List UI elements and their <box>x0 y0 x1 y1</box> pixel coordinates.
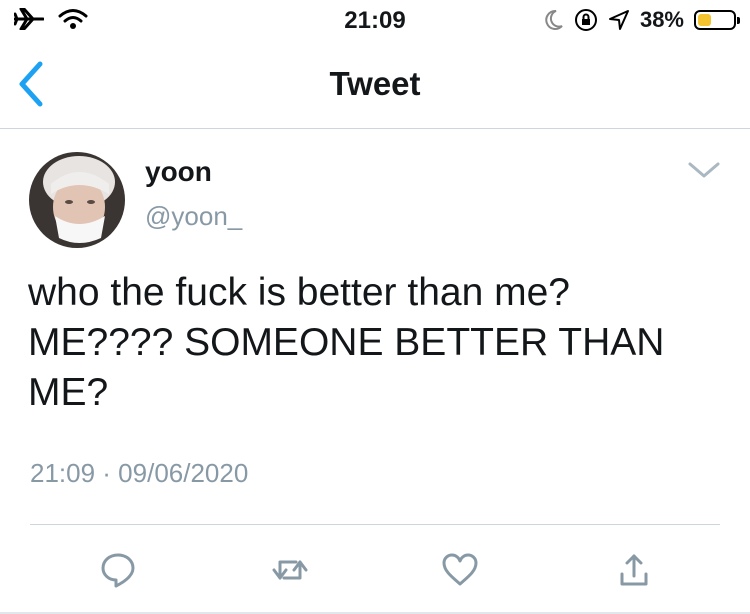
reply-button[interactable] <box>96 548 140 592</box>
status-bar-right: 38% <box>544 7 740 33</box>
divider <box>30 524 720 525</box>
tweet-timestamp[interactable]: 21:09 · 09/06/2020 <box>30 458 248 489</box>
battery-level <box>698 14 711 26</box>
display-name[interactable]: yoon <box>145 156 212 188</box>
battery-icon <box>694 10 740 30</box>
location-icon <box>608 10 629 30</box>
avatar[interactable] <box>29 152 125 248</box>
retweet-icon <box>272 560 308 580</box>
tweet-menu-button[interactable] <box>686 156 722 184</box>
status-bar: 21:09 38% <box>0 0 750 40</box>
reply-icon <box>101 553 135 588</box>
tweet-action-bar <box>0 548 750 592</box>
avatar-image <box>29 152 125 248</box>
share-icon <box>620 554 648 586</box>
like-button[interactable] <box>438 548 482 592</box>
battery-percent: 38% <box>639 7 684 32</box>
page-title: Tweet <box>329 65 421 102</box>
retweet-button[interactable] <box>268 548 312 592</box>
share-button[interactable] <box>612 548 656 592</box>
like-icon <box>442 553 478 586</box>
user-handle[interactable]: @yoon_ <box>145 201 242 232</box>
chevron-down-icon <box>688 162 720 178</box>
rotation-lock-icon <box>574 9 597 31</box>
nav-bar: Tweet <box>0 40 750 129</box>
tweet-text: who the fuck is better than me? ME???? S… <box>28 271 665 414</box>
battery-cap <box>737 17 740 24</box>
moon-icon <box>545 9 563 30</box>
